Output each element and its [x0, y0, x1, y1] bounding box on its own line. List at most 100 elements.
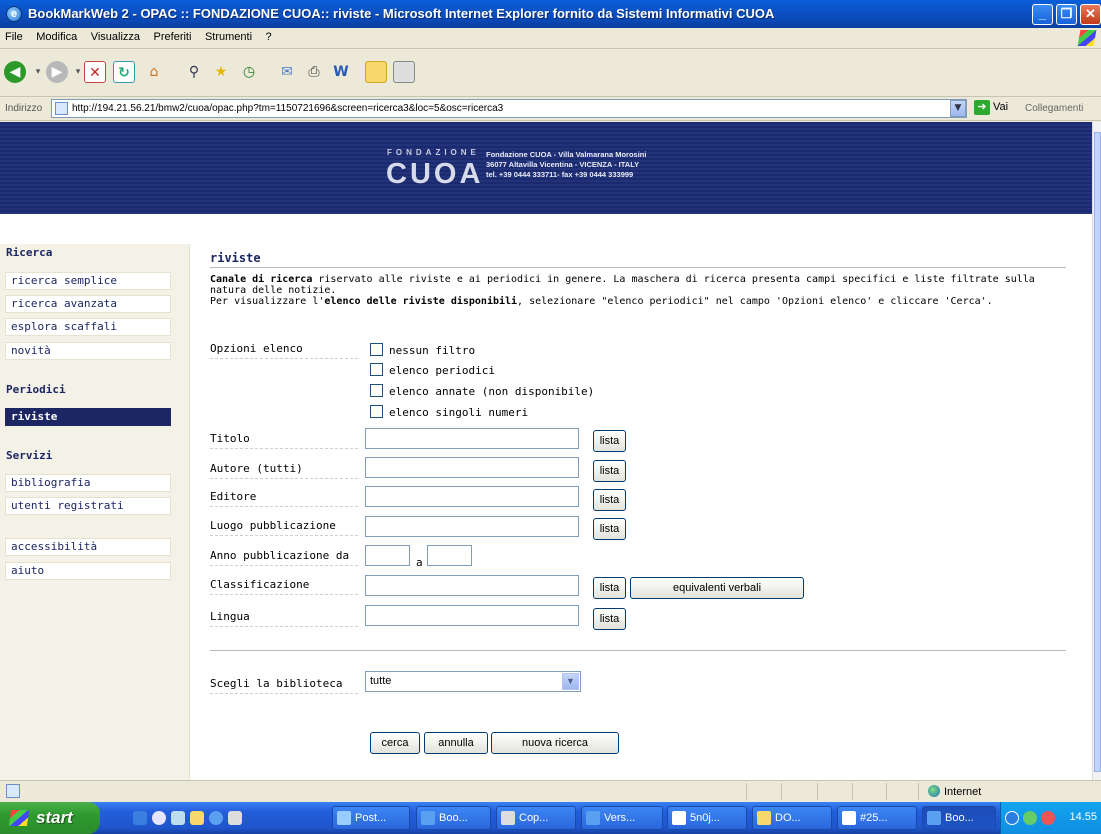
tray-arrow-icon[interactable] [1005, 811, 1019, 825]
chevron-down-icon[interactable]: ▼ [562, 673, 579, 690]
sidebar-item-ricerca-avanzata[interactable]: ricerca avanzata [5, 295, 171, 313]
option-label: elenco annate (non disponibile) [389, 385, 595, 398]
biblioteca-value: tutte [370, 675, 392, 687]
anno-a-input[interactable] [427, 545, 472, 566]
task-icon [842, 811, 856, 825]
url-dropdown-icon[interactable]: ▼ [950, 100, 966, 117]
luogo-input[interactable] [365, 516, 579, 537]
task-button[interactable]: Boo... [416, 806, 491, 830]
sidebar-item-bibliografia[interactable]: bibliografia [5, 474, 171, 492]
autore-input[interactable] [365, 457, 579, 478]
task-icon [672, 811, 686, 825]
minimize-button[interactable]: _ [1032, 4, 1053, 25]
autore-lista-button[interactable]: lista [593, 460, 626, 482]
checkbox[interactable] [370, 384, 383, 397]
stop-icon[interactable]: ✕ [84, 61, 106, 83]
classificazione-lista-button[interactable]: lista [593, 577, 626, 599]
task-label: #25... [860, 812, 888, 824]
task-button[interactable]: Post... [332, 806, 410, 830]
lingua-label: Lingua [210, 610, 358, 627]
task-button[interactable]: Vers... [581, 806, 663, 830]
sidebar-item-utenti-registrati[interactable]: utenti registrati [5, 497, 171, 515]
sidebar-head-servizi: Servizi [6, 449, 53, 462]
close-button[interactable]: ✕ [1080, 4, 1101, 25]
mail-icon[interactable]: ✉ [276, 61, 298, 83]
biblioteca-select[interactable]: tutte ▼ [365, 671, 581, 692]
cerca-button[interactable]: cerca [370, 732, 420, 754]
quicklaunch-ie-icon[interactable] [133, 811, 147, 825]
task-button[interactable]: Cop... [496, 806, 576, 830]
checkbox[interactable] [370, 363, 383, 376]
sidebar-item-novita[interactable]: novità [5, 342, 171, 360]
lingua-lista-button[interactable]: lista [593, 608, 626, 630]
option-elenco-annate[interactable]: elenco annate (non disponibile) [370, 384, 594, 398]
checkbox[interactable] [370, 405, 383, 418]
sidebar-item-aiuto[interactable]: aiuto [5, 562, 171, 580]
start-button[interactable]: start [0, 802, 100, 834]
sidebar-item-ricerca-semplice[interactable]: ricerca semplice [5, 272, 171, 290]
task-button[interactable]: 5n0j... [667, 806, 747, 830]
refresh-icon[interactable]: ↻ [113, 61, 135, 83]
history-icon[interactable]: ◷ [238, 61, 260, 83]
menu-preferiti[interactable]: Preferiti [149, 28, 197, 46]
titolo-input[interactable] [365, 428, 579, 449]
vertical-scrollbar[interactable] [1092, 122, 1101, 780]
lingua-input[interactable] [365, 605, 579, 626]
messenger-icon[interactable] [393, 61, 415, 83]
option-nessun-filtro[interactable]: nessun filtro [370, 343, 475, 357]
scrollbar-thumb[interactable] [1094, 132, 1101, 772]
forward-icon[interactable]: ▶ [46, 61, 68, 83]
tray-app-icon[interactable] [1041, 811, 1055, 825]
task-button[interactable]: #25... [837, 806, 917, 830]
option-elenco-singoli-numeri[interactable]: elenco singoli numeri [370, 405, 528, 419]
status-divider [817, 783, 818, 800]
option-elenco-periodici[interactable]: elenco periodici [370, 363, 495, 377]
editore-lista-button[interactable]: lista [593, 489, 626, 511]
menu-strumenti[interactable]: Strumenti [200, 28, 257, 46]
quicklaunch-desktop-icon[interactable] [171, 811, 185, 825]
folder-icon[interactable] [365, 61, 387, 83]
links-label[interactable]: Collegamenti [1025, 103, 1083, 114]
task-icon [421, 811, 435, 825]
quicklaunch-browser-icon[interactable] [209, 811, 223, 825]
go-button[interactable]: ➜ Vai [974, 100, 1008, 115]
task-label: DO... [775, 812, 801, 824]
banner-line2: 36077 Altavilla Vicentina - VICENZA - IT… [486, 160, 640, 169]
quicklaunch-media-icon[interactable] [152, 811, 166, 825]
quicklaunch-app-icon[interactable] [228, 811, 242, 825]
classificazione-input[interactable] [365, 575, 579, 596]
favorites-icon[interactable]: ★ [210, 61, 232, 83]
menu-file[interactable]: File [0, 28, 28, 46]
quicklaunch-folder-icon[interactable] [190, 811, 204, 825]
option-label: nessun filtro [389, 344, 476, 357]
luogo-label: Luogo pubblicazione [210, 519, 358, 536]
luogo-lista-button[interactable]: lista [593, 518, 626, 540]
sidebar-item-accessibilita[interactable]: accessibilità [5, 538, 171, 556]
tray-network-icon[interactable] [1023, 811, 1037, 825]
annulla-button[interactable]: annulla [424, 732, 488, 754]
option-label: elenco singoli numeri [389, 406, 529, 419]
anno-da-input[interactable] [365, 545, 410, 566]
back-icon[interactable]: ◀ [4, 61, 26, 83]
autore-label: Autore (tutti) [210, 462, 358, 479]
titolo-lista-button[interactable]: lista [593, 430, 626, 452]
print-icon[interactable]: ⎙ [303, 61, 325, 83]
url-field[interactable]: http://194.21.56.21/bmw2/cuoa/opac.php?t… [51, 99, 967, 118]
editore-input[interactable] [365, 486, 579, 507]
edit-word-icon[interactable]: W [330, 61, 352, 83]
menu-visualizza[interactable]: Visualizza [86, 28, 145, 46]
search-icon[interactable]: ⚲ [183, 61, 205, 83]
checkbox[interactable] [370, 343, 383, 356]
equivalenti-verbali-button[interactable]: equivalenti verbali [630, 577, 804, 599]
section-divider [210, 650, 1066, 651]
system-tray: 14.55 [1000, 802, 1101, 834]
menu-modifica[interactable]: Modifica [31, 28, 82, 46]
sidebar-item-esplora-scaffali[interactable]: esplora scaffali [5, 318, 171, 336]
sidebar-item-riviste[interactable]: riviste [5, 408, 171, 426]
nuova-ricerca-button[interactable]: nuova ricerca [491, 732, 619, 754]
home-icon[interactable]: ⌂ [143, 61, 165, 83]
task-button-active[interactable]: Boo... [922, 806, 996, 830]
task-button[interactable]: DO... [752, 806, 832, 830]
menu-help[interactable]: ? [261, 28, 277, 46]
restore-button[interactable]: ❐ [1056, 4, 1077, 25]
